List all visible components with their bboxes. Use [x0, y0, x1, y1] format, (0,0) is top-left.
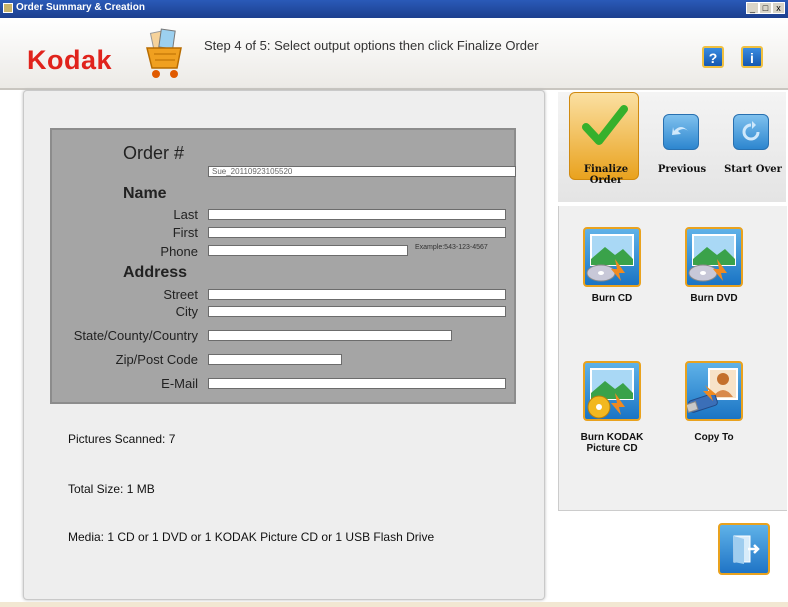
- city-field[interactable]: [208, 306, 506, 317]
- maximize-button[interactable]: □: [759, 2, 772, 14]
- zip-field[interactable]: [208, 354, 342, 365]
- burn-cd-label: Burn CD: [591, 293, 633, 304]
- checkmark-icon: [582, 105, 628, 145]
- start-over-label: Start Over: [724, 164, 782, 175]
- step-instructions: Step 4 of 5: Select output options then …: [204, 38, 539, 53]
- order-number-field[interactable]: Sue_20110923105520: [208, 166, 516, 177]
- app-icon: [3, 3, 13, 13]
- close-button[interactable]: x: [772, 2, 785, 14]
- kodak-picture-cd-icon: [587, 368, 634, 419]
- shopping-cart-icon: [146, 28, 182, 78]
- city-label: City: [175, 304, 198, 319]
- previous-label: Previous: [657, 164, 707, 175]
- total-size-text: Total Size: 1 MB: [68, 482, 155, 496]
- exit-door-icon: [733, 535, 760, 564]
- window-title: Order Summary & Creation: [16, 2, 145, 13]
- street-field[interactable]: [208, 289, 506, 300]
- burn-dvd-button[interactable]: [685, 227, 743, 287]
- refresh-icon: [742, 121, 760, 141]
- copy-to-button[interactable]: [685, 361, 743, 421]
- info-button[interactable]: i: [741, 46, 763, 68]
- email-field[interactable]: [208, 378, 506, 389]
- burn-cd-button[interactable]: [583, 227, 641, 287]
- address-heading: Address: [123, 264, 188, 281]
- last-name-field[interactable]: [208, 209, 506, 220]
- back-arrow-icon: [672, 127, 688, 135]
- media-text: Media: 1 CD or 1 DVD or 1 KODAK Picture …: [68, 530, 435, 544]
- previous-button[interactable]: [663, 114, 699, 150]
- burn-dvd-label: Burn DVD: [690, 293, 738, 304]
- street-label: Street: [163, 287, 198, 302]
- order-number-label: Order #: [123, 143, 185, 163]
- help-button[interactable]: ?: [702, 46, 724, 68]
- start-over-button[interactable]: [733, 114, 769, 150]
- first-name-field[interactable]: [208, 227, 506, 238]
- pictures-scanned-text: Pictures Scanned: 7: [68, 432, 176, 446]
- name-heading: Name: [123, 185, 167, 202]
- phone-field[interactable]: [208, 245, 408, 256]
- title-bar: Order Summary & Creation _ □ x: [0, 0, 788, 18]
- zip-label: Zip/Post Code: [115, 352, 198, 367]
- burn-kodak-cd-label: Burn KODAK Picture CD: [580, 432, 644, 454]
- burn-kodak-cd-button[interactable]: [583, 361, 641, 421]
- state-field[interactable]: [208, 330, 452, 341]
- usb-drive-icon: [687, 368, 738, 413]
- state-label: State/County/Country: [73, 328, 198, 343]
- header: [0, 18, 788, 90]
- phone-example: Example:543-123-4567: [415, 244, 488, 251]
- burn-dvd-icon: [688, 234, 736, 282]
- burn-cd-icon: [586, 234, 634, 282]
- finalize-order-label: Finalize Order: [583, 164, 629, 186]
- copy-to-label: Copy To: [694, 432, 734, 443]
- last-name-label: Last: [173, 207, 198, 222]
- email-label: E-Mail: [161, 376, 198, 391]
- kodak-logo: Kodak: [27, 45, 113, 75]
- exit-button[interactable]: [718, 523, 770, 575]
- minimize-button[interactable]: _: [746, 2, 759, 14]
- bottom-border: [0, 602, 788, 607]
- phone-label: Phone: [160, 244, 198, 259]
- first-name-label: First: [172, 225, 198, 240]
